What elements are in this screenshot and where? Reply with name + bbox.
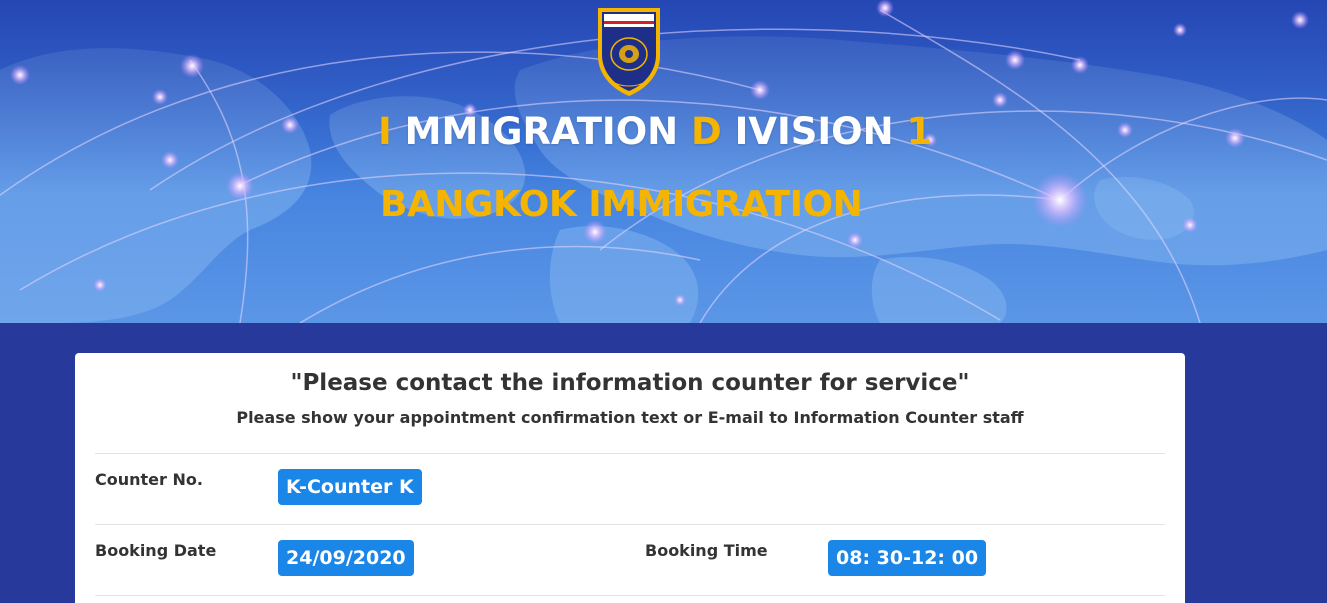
title-letter-i: I bbox=[378, 110, 392, 153]
divider bbox=[95, 524, 1165, 525]
title-number: 1 bbox=[906, 110, 933, 153]
booking-date-value-badge: 24/09/2020 bbox=[278, 540, 414, 576]
royal-thai-police-badge-icon bbox=[598, 8, 660, 96]
page: I MMIGRATION D IVISION 1 BANGKOK IMMIGRA… bbox=[0, 0, 1327, 603]
title-text-mmigration: MMIGRATION bbox=[391, 110, 691, 153]
title-text-ivision: IVISION bbox=[721, 110, 907, 153]
appointment-card: "Please contact the information counter … bbox=[75, 353, 1185, 603]
hero-banner: I MMIGRATION D IVISION 1 BANGKOK IMMIGRA… bbox=[0, 0, 1327, 323]
divider bbox=[95, 595, 1165, 596]
title-letter-d: D bbox=[691, 110, 722, 153]
booking-time-label: Booking Time bbox=[645, 541, 768, 560]
notice-title: "Please contact the information counter … bbox=[290, 370, 970, 396]
counter-label: Counter No. bbox=[95, 470, 203, 489]
booking-date-label: Booking Date bbox=[95, 541, 217, 560]
divider bbox=[95, 453, 1165, 454]
page-subtitle-bangkok-immigration: BANGKOK IMMIGRATION bbox=[380, 184, 863, 225]
counter-value-badge: K-Counter K bbox=[278, 469, 422, 505]
page-title-immigration-division: I MMIGRATION D IVISION 1 bbox=[378, 110, 932, 153]
booking-time-value-badge: 08: 30-12: 00 bbox=[828, 540, 987, 576]
notice-subtitle: Please show your appointment confirmatio… bbox=[236, 408, 1024, 427]
